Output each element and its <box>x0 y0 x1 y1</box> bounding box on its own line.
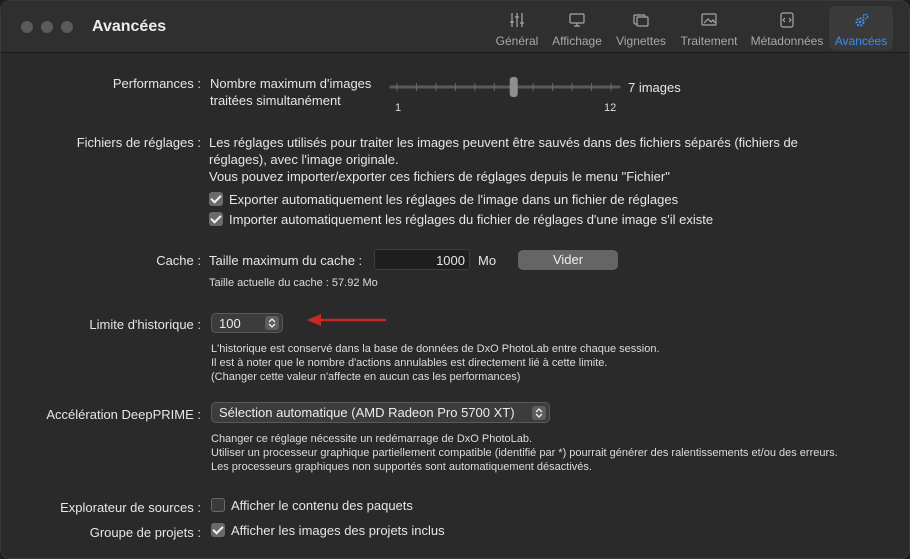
tab-label: Avancées <box>834 34 888 48</box>
show-included-projects-checkbox[interactable] <box>211 523 225 537</box>
tab-label: Vignettes <box>616 34 666 48</box>
cache-size-field[interactable]: 1000 <box>374 249 470 270</box>
show-package-contents-label[interactable]: Afficher le contenu des paquets <box>231 498 413 513</box>
tab-avancees[interactable]: Avancées <box>829 6 893 50</box>
deepprime-note-line1: Changer ce réglage nécessite un redémarr… <box>211 433 533 445</box>
slider-max-label: 12 <box>604 102 617 114</box>
up-down-stepper-icon[interactable] <box>265 316 279 330</box>
tab-label: Métadonnées <box>750 34 824 48</box>
import-settings-checkbox[interactable] <box>209 212 223 226</box>
performances-label: Performances : <box>112 76 201 91</box>
deepprime-label: Accélération DeepPRIME : <box>46 407 201 422</box>
projects-label: Groupe de projets : <box>89 525 201 540</box>
deepprime-selected-value[interactable]: Sélection automatique (AMD Radeon Pro 57… <box>219 405 515 420</box>
history-label: Limite d'historique : <box>89 317 201 332</box>
tab-label: Affichage <box>552 34 602 48</box>
history-note-line2: Il est à noter que le nombre d'actions a… <box>211 357 608 369</box>
export-settings-checkbox[interactable] <box>209 192 223 206</box>
tab-label: Général <box>495 34 539 48</box>
arrow-annotation-icon <box>307 314 386 326</box>
close-window-button[interactable] <box>21 21 33 33</box>
slider-knob[interactable] <box>509 77 518 97</box>
tab-metadonnees[interactable]: Métadonnées <box>747 6 827 50</box>
performances-value: 7 images <box>628 80 681 95</box>
export-settings-label[interactable]: Exporter automatiquement les réglages de… <box>229 192 678 207</box>
show-package-contents-checkbox[interactable] <box>211 498 225 512</box>
zoom-window-button[interactable] <box>61 21 73 33</box>
titlebar: Avancées Général Affichage Vignettes Tra… <box>1 1 909 53</box>
tab-general[interactable]: Général <box>493 6 541 50</box>
cache-current-size: Taille actuelle du cache : 57.92 Mo <box>209 277 378 289</box>
cache-label: Cache : <box>156 253 201 268</box>
history-note-line3: (Changer cette valeur n'affecte en aucun… <box>211 371 521 383</box>
cache-max-label: Taille maximum du cache : <box>209 253 363 268</box>
settings-files-text-line1: Les réglages utilisés pour traiter les i… <box>209 135 798 150</box>
deepprime-note-line3: Les processeurs graphiques non supportés… <box>211 461 592 473</box>
minimize-window-button[interactable] <box>41 21 53 33</box>
history-note-line1: L'historique est conservé dans la base d… <box>211 343 660 355</box>
cache-size-value[interactable]: 1000 <box>436 253 465 268</box>
performances-description-line1: Nombre maximum d'images <box>210 76 372 91</box>
tab-vignettes[interactable]: Vignettes <box>613 6 669 50</box>
history-limit-value[interactable]: 100 <box>219 316 241 331</box>
deepprime-select[interactable]: Sélection automatique (AMD Radeon Pro 57… <box>211 402 550 423</box>
preferences-window: Avancées Général Affichage Vignettes Tra… <box>0 0 910 559</box>
monitor-icon <box>569 13 585 27</box>
tab-affichage[interactable]: Affichage <box>549 6 605 50</box>
metadata-icon <box>780 12 794 28</box>
gears-icon <box>855 13 869 27</box>
window-title: Avancées <box>92 18 167 35</box>
sources-label: Explorateur de sources : <box>60 500 201 515</box>
thumbnails-icon <box>633 14 649 27</box>
deepprime-note-line2: Utiliser un processeur graphique partiel… <box>211 447 838 459</box>
processing-icon <box>701 13 717 26</box>
performances-slider[interactable] <box>387 75 623 99</box>
settings-files-text-line2: réglages), avec l'image originale. <box>209 152 399 167</box>
cache-unit: Mo <box>478 253 497 268</box>
settings-files-text-line3: Vous pouvez importer/exporter ces fichie… <box>209 169 670 184</box>
clear-cache-button[interactable]: Vider <box>518 250 618 270</box>
settings-files-label: Fichiers de réglages : <box>76 135 201 150</box>
show-included-projects-label[interactable]: Afficher les images des projets inclus <box>231 523 445 538</box>
tab-traitement[interactable]: Traitement <box>677 6 741 50</box>
history-limit-stepper[interactable]: 100 <box>211 313 283 333</box>
import-settings-label[interactable]: Importer automatiquement les réglages du… <box>229 212 713 227</box>
tab-label: Traitement <box>680 34 738 48</box>
performances-description-line2: traitées simultanément <box>210 93 341 108</box>
sliders-icon <box>510 13 524 27</box>
slider-min-label: 1 <box>395 102 402 114</box>
chevron-up-down-icon[interactable] <box>532 406 546 420</box>
